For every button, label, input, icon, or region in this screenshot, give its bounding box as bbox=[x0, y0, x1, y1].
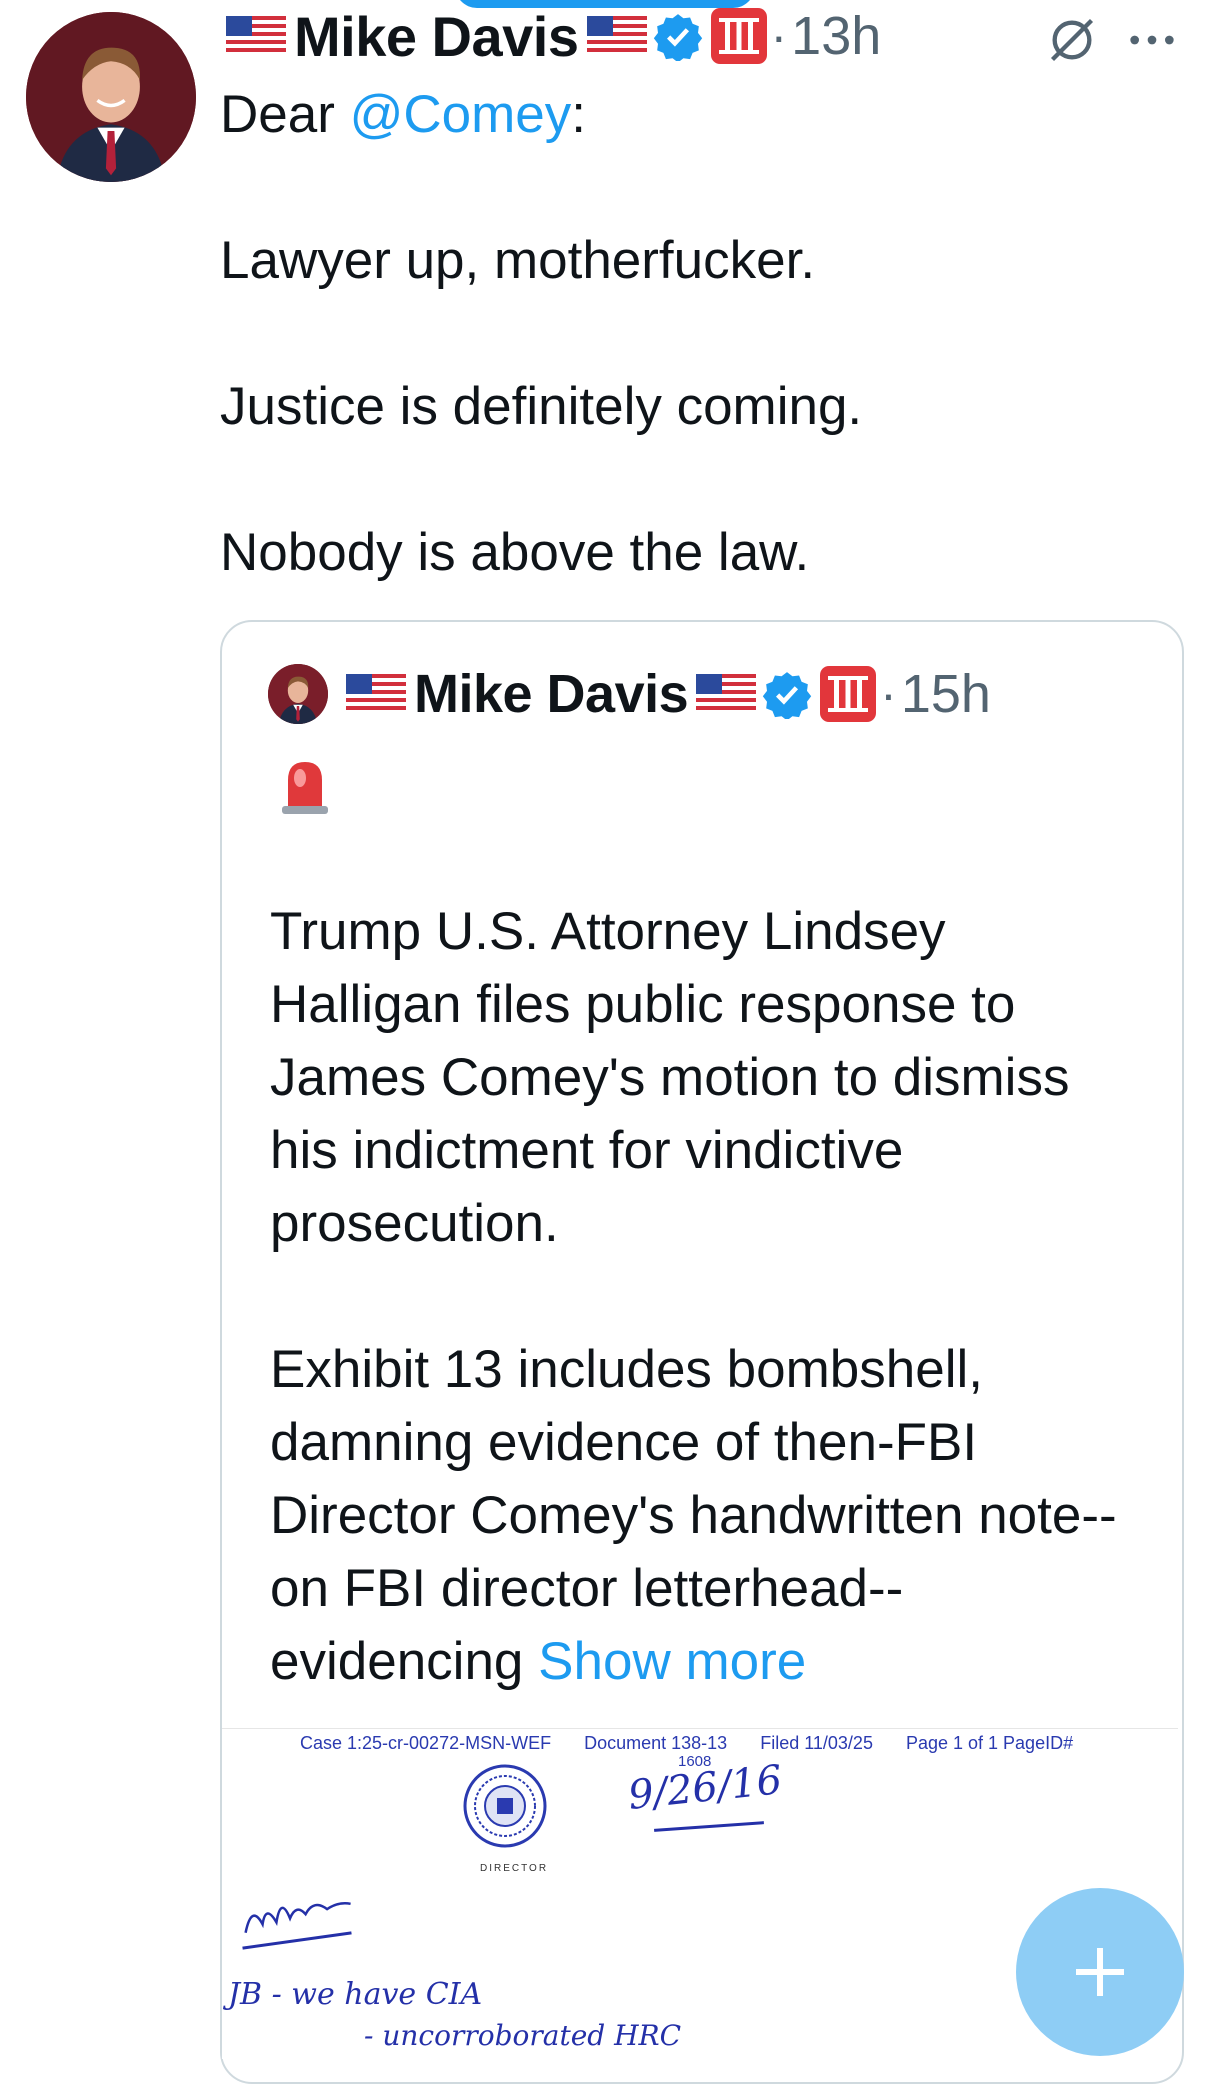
document-header: Case 1:25-cr-00272-MSN-WEF Document 138-… bbox=[300, 1733, 1101, 1754]
tweet-line: Nobody is above the law. bbox=[220, 523, 810, 582]
handwritten-signature bbox=[237, 1881, 364, 1954]
text-fragment: : bbox=[571, 85, 587, 144]
handwritten-note-line: JB - we have CIA bbox=[228, 1977, 483, 2012]
quoted-tweet-body: Trump U.S. Attorney Lindsey Halligan fil… bbox=[270, 895, 1150, 1698]
author-name[interactable]: Mike Davis bbox=[294, 4, 579, 69]
document-number: Document 138-13 bbox=[584, 1733, 728, 1753]
tweet-body: Dear @Comey: Lawyer up, motherfucker. Ju… bbox=[220, 78, 1180, 589]
quoted-paragraph: Trump U.S. Attorney Lindsey Halligan fil… bbox=[270, 902, 1070, 1253]
quoted-author-avatar[interactable] bbox=[268, 664, 328, 724]
tweet-header: Mike Davis · 13h bbox=[226, 0, 881, 72]
compose-button[interactable] bbox=[1016, 1888, 1184, 2056]
quoted-tweet-timestamp[interactable]: 15h bbox=[901, 663, 991, 725]
verified-badge-icon bbox=[653, 11, 703, 61]
grok-icon[interactable] bbox=[1046, 14, 1098, 66]
roman-numeral-three-icon bbox=[820, 666, 877, 722]
mention-link[interactable]: @Comey bbox=[350, 85, 572, 144]
roman-numeral-three-icon bbox=[710, 8, 767, 64]
verified-badge-icon bbox=[762, 669, 812, 719]
us-flag-icon bbox=[586, 16, 647, 56]
director-label: DIRECTOR bbox=[480, 1863, 549, 1874]
tweet-line: Lawyer up, motherfucker. bbox=[220, 231, 816, 290]
quoted-author-name[interactable]: Mike Davis bbox=[414, 663, 689, 725]
more-options-icon[interactable] bbox=[1126, 20, 1178, 60]
text-fragment: Dear bbox=[220, 85, 350, 144]
us-flag-icon bbox=[696, 674, 757, 714]
us-flag-icon bbox=[346, 674, 406, 714]
tweet-timestamp[interactable]: 13h bbox=[791, 5, 881, 67]
handwritten-date: 9/26/16 bbox=[626, 1757, 785, 1819]
separator-dot: · bbox=[880, 666, 897, 722]
handwritten-note-line: - uncorroborated HRC bbox=[364, 2019, 682, 2052]
case-number: Case 1:25-cr-00272-MSN-WEF bbox=[300, 1733, 552, 1753]
fbi-seal-icon bbox=[462, 1763, 548, 1849]
author-avatar[interactable] bbox=[26, 12, 196, 182]
police-siren-icon bbox=[278, 756, 332, 816]
tweet-line: Justice is definitely coming. bbox=[220, 377, 863, 436]
show-more-link[interactable]: Show more bbox=[538, 1632, 806, 1691]
filed-date: Filed 11/03/25 bbox=[760, 1733, 873, 1753]
us-flag-icon bbox=[226, 16, 286, 56]
plus-icon bbox=[1076, 1948, 1124, 1996]
handwritten-underline bbox=[654, 1821, 764, 1832]
page-info: Page 1 of 1 PageID# bbox=[905, 1733, 1074, 1753]
separator-dot: · bbox=[770, 8, 788, 64]
quoted-tweet-header: Mike Davis · 15h bbox=[346, 660, 991, 728]
